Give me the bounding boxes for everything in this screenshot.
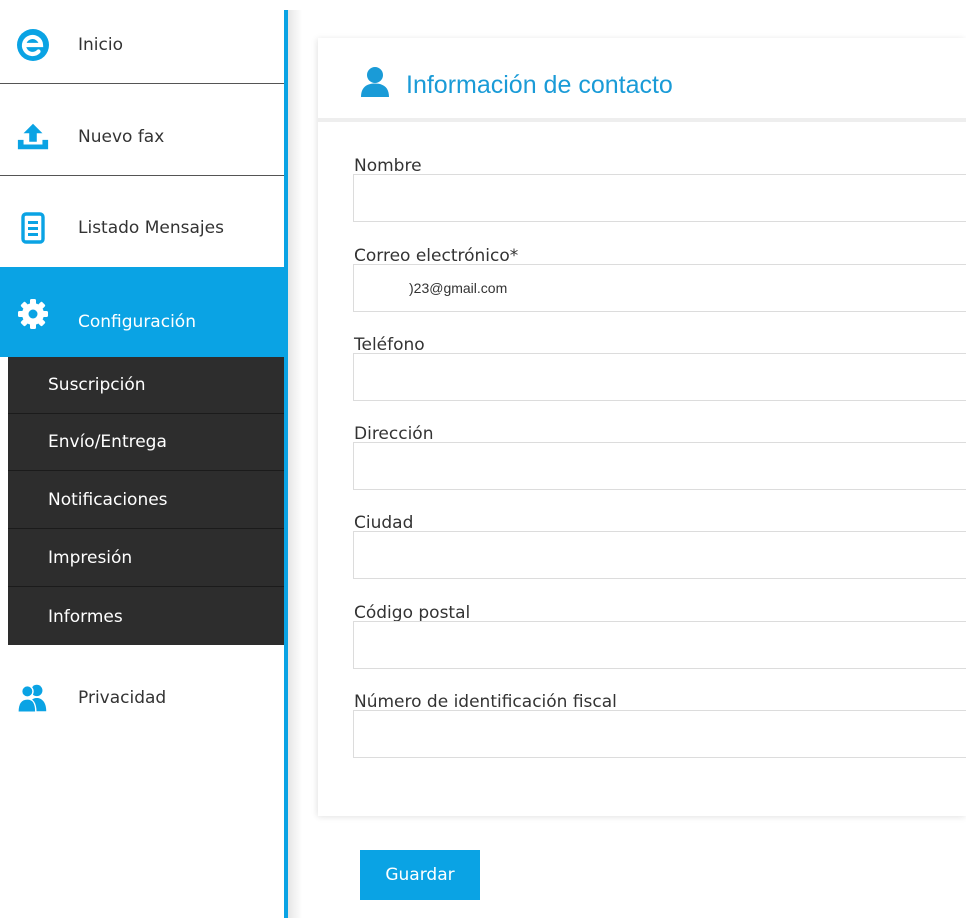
direccion-label: Dirección <box>354 424 434 444</box>
sidebar-item-configuracion[interactable]: Configuración <box>0 267 284 357</box>
gear-icon <box>16 297 50 331</box>
sidebar: Inicio Nuevo fax Listado Mensajes Config… <box>0 0 286 918</box>
sidebar-item-inicio[interactable]: Inicio <box>0 20 284 70</box>
contact-info-panel: Información de contacto Nombre Correo el… <box>318 38 966 816</box>
nif-label: Número de identificación fiscal <box>354 692 617 712</box>
ciudad-field[interactable] <box>353 531 966 579</box>
telefono-label: Teléfono <box>354 335 425 355</box>
sidebar-item-nuevo-fax[interactable]: Nuevo fax <box>0 112 284 162</box>
upload-icon <box>16 120 50 154</box>
page-title: Información de contacto <box>406 71 673 99</box>
submenu-item-suscripcion[interactable]: Suscripción <box>8 357 284 414</box>
user-icon <box>360 66 390 102</box>
submenu-item-notificaciones[interactable]: Notificaciones <box>8 472 284 529</box>
codigo-postal-label: Código postal <box>354 603 471 623</box>
sidebar-shadow <box>288 10 302 918</box>
divider <box>0 83 284 84</box>
codigo-postal-field[interactable] <box>353 621 966 669</box>
sidebar-item-label: Listado Mensajes <box>78 218 224 238</box>
sidebar-item-privacidad[interactable]: Privacidad <box>0 673 284 723</box>
nombre-field[interactable] <box>353 174 966 222</box>
email-field[interactable] <box>353 264 966 312</box>
nif-field[interactable] <box>353 710 966 758</box>
sidebar-item-label: Inicio <box>78 35 123 55</box>
document-icon <box>16 211 50 245</box>
ciudad-label: Ciudad <box>354 513 414 533</box>
e-logo-icon <box>16 28 50 62</box>
users-icon <box>16 681 50 715</box>
save-button[interactable]: Guardar <box>360 850 480 900</box>
submenu-item-impresion[interactable]: Impresión <box>8 530 284 587</box>
configuracion-submenu: Suscripción Envío/Entrega Notificaciones… <box>8 357 284 645</box>
nombre-label: Nombre <box>354 156 422 176</box>
submenu-item-envio-entrega[interactable]: Envío/Entrega <box>8 414 284 471</box>
divider <box>0 175 284 176</box>
email-label: Correo electrónico* <box>354 246 519 266</box>
telefono-field[interactable] <box>353 353 966 401</box>
sidebar-item-label: Configuración <box>78 312 196 332</box>
direccion-field[interactable] <box>353 442 966 490</box>
sidebar-item-listado-mensajes[interactable]: Listado Mensajes <box>0 203 284 253</box>
submenu-item-informes[interactable]: Informes <box>8 588 284 645</box>
sidebar-item-label: Privacidad <box>78 688 167 708</box>
panel-header: Información de contacto <box>318 38 966 122</box>
sidebar-item-label: Nuevo fax <box>78 127 165 147</box>
